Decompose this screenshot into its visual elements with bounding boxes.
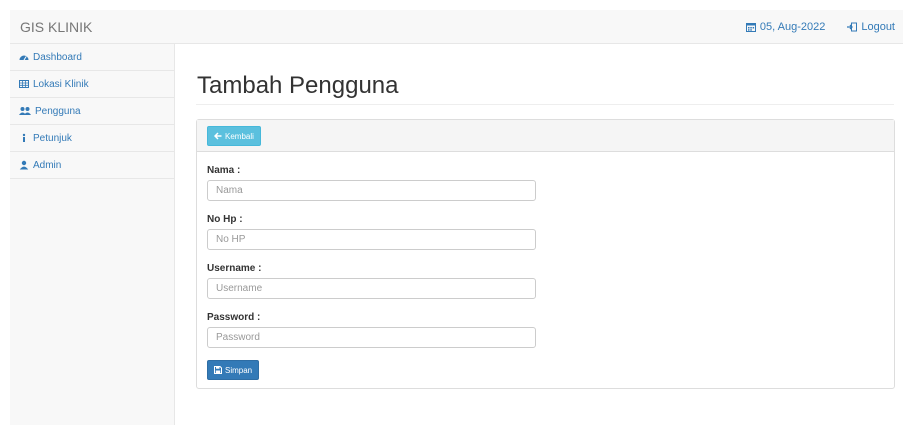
logout-icon <box>847 22 858 32</box>
save-button-label: Simpan <box>225 365 253 375</box>
users-icon <box>19 107 31 115</box>
sidebar-item-pengguna[interactable]: Pengguna <box>10 98 174 125</box>
date-text: 05, Aug-2022 <box>759 21 826 33</box>
sidebar-item-label: Petunjuk <box>33 132 72 144</box>
dashboard-icon <box>19 55 29 61</box>
panel-heading: Kembali <box>197 120 894 152</box>
floppy-disk-icon <box>214 366 222 374</box>
table-icon <box>19 80 29 88</box>
sidebar-item-label: Admin <box>33 159 62 171</box>
user-icon <box>19 160 29 170</box>
sidebar-item-dashboard[interactable]: Dashboard <box>10 44 174 71</box>
nama-label: Nama : <box>207 165 241 176</box>
sidebar-item-label: Pengguna <box>35 105 81 117</box>
form-panel: Kembali Nama : No Hp : Username : Passwo… <box>196 119 895 389</box>
password-input[interactable] <box>207 327 536 348</box>
sidebar: Dashboard Lokasi Klinik Pengguna Petunju… <box>10 44 175 425</box>
sidebar-item-petunjuk[interactable]: Petunjuk <box>10 125 174 152</box>
no-hp-label: No Hp : <box>207 214 243 225</box>
brand-title[interactable]: GIS KLINIK <box>20 19 92 35</box>
sidebar-item-admin[interactable]: Admin <box>10 152 174 179</box>
back-button[interactable]: Kembali <box>207 126 261 146</box>
top-navbar: GIS KLINIK 05, Aug-2022 Logout <box>10 10 903 44</box>
page-title: Tambah Pengguna <box>197 72 399 99</box>
sidebar-item-label: Dashboard <box>33 51 82 63</box>
logout-link[interactable]: Logout <box>847 21 895 33</box>
info-icon <box>22 133 26 142</box>
password-label: Password : <box>207 312 261 323</box>
title-divider <box>196 104 894 105</box>
date-display: 05, Aug-2022 <box>745 21 826 33</box>
nama-input[interactable] <box>207 180 536 201</box>
no-hp-input[interactable] <box>207 229 536 250</box>
save-button[interactable]: Simpan <box>207 360 260 380</box>
sidebar-item-lokasi-klinik[interactable]: Lokasi Klinik <box>10 71 174 98</box>
back-button-label: Kembali <box>225 131 254 141</box>
sidebar-item-label: Lokasi Klinik <box>33 78 89 90</box>
logout-label: Logout <box>861 21 895 33</box>
username-label: Username : <box>207 263 262 274</box>
navbar-right: 05, Aug-2022 Logout <box>745 21 895 33</box>
arrow-left-icon <box>214 132 222 140</box>
calendar-icon <box>745 23 756 32</box>
username-input[interactable] <box>207 278 536 299</box>
